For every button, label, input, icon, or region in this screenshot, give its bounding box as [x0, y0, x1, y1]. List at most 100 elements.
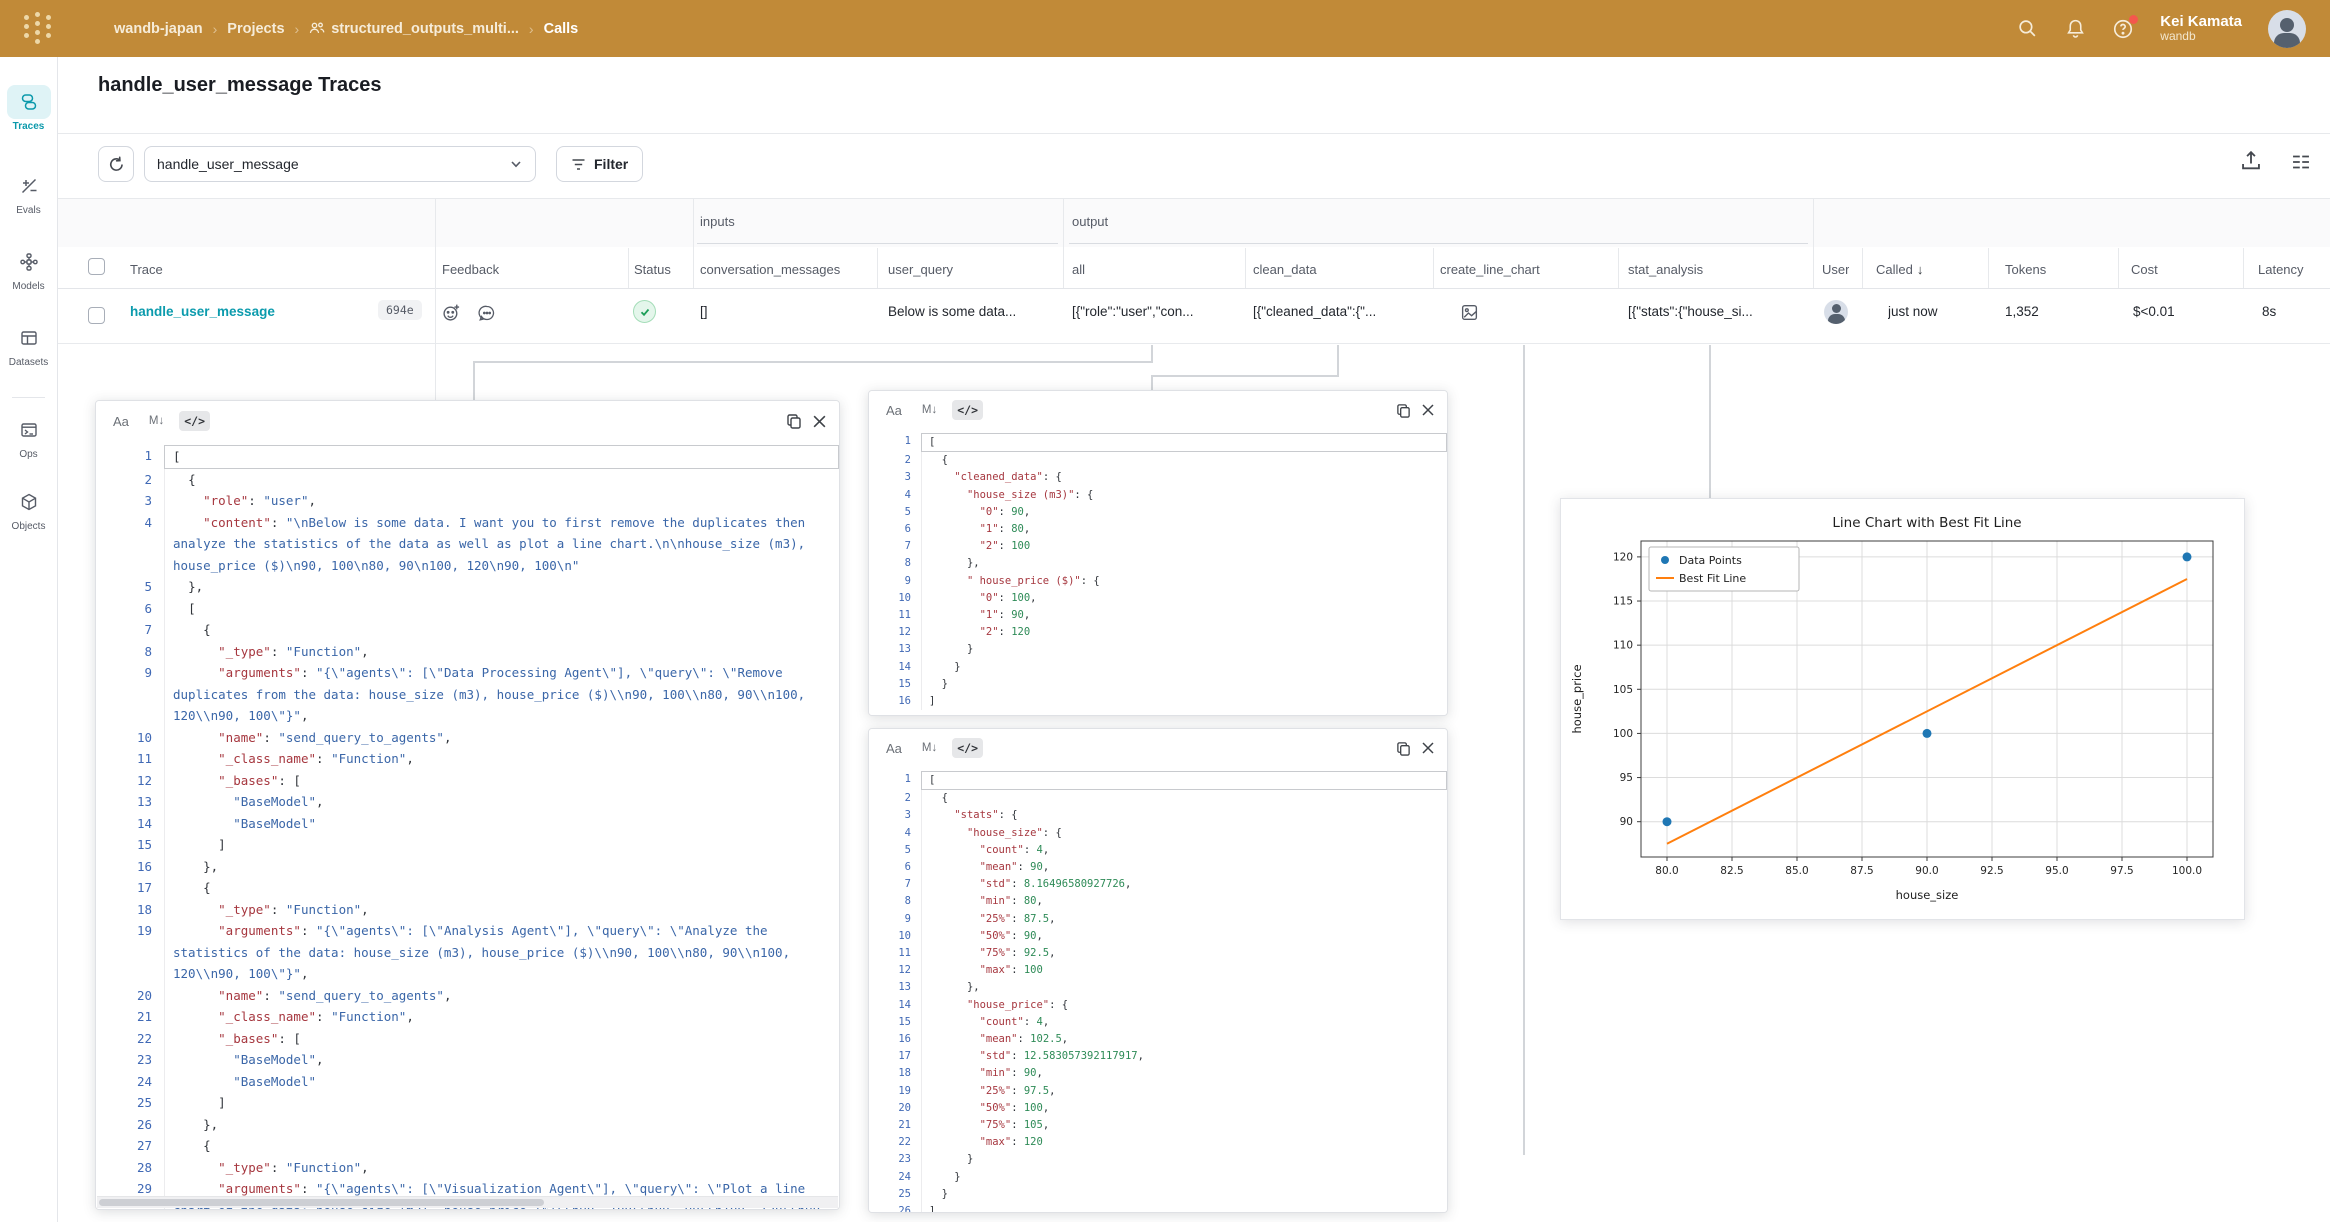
svg-text:house_size: house_size — [1896, 888, 1959, 902]
team-icon — [309, 21, 325, 35]
user-avatar[interactable] — [2268, 10, 2306, 48]
code-line: 12 "max": 100 — [869, 962, 1447, 979]
code-line: 13 } — [869, 641, 1447, 658]
code-line: 20 "50%": 100, — [869, 1100, 1447, 1117]
table-header-border — [57, 288, 2330, 289]
code-line: 8 "min": 80, — [869, 893, 1447, 910]
code-mode-button[interactable]: </> — [952, 400, 983, 420]
code-mode-button[interactable]: </> — [179, 411, 210, 431]
column-header-trace[interactable]: Trace — [130, 262, 163, 277]
comment-icon[interactable] — [478, 304, 496, 327]
breadcrumb-section[interactable]: Calls — [544, 21, 579, 37]
svg-text:Line Chart with Best Fit Line: Line Chart with Best Fit Line — [1832, 515, 2021, 531]
breadcrumb-projects[interactable]: Projects — [227, 21, 284, 37]
cell-conversation-messages[interactable]: [] — [700, 304, 870, 319]
close-icon[interactable] — [812, 414, 827, 429]
copy-icon[interactable] — [786, 413, 802, 429]
status-success-icon — [633, 300, 656, 323]
copy-icon[interactable] — [1396, 403, 1411, 418]
close-icon[interactable] — [1421, 403, 1435, 417]
horizontal-scrollbar[interactable] — [97, 1196, 838, 1208]
text-mode-button[interactable]: Aa — [881, 400, 907, 421]
column-header-latency[interactable]: Latency — [2258, 262, 2304, 277]
column-header-feedback[interactable]: Feedback — [442, 262, 499, 277]
chevron-down-icon — [509, 157, 523, 171]
column-header-user-query[interactable]: user_query — [888, 262, 953, 277]
sidebar-item-models[interactable]: Models — [0, 245, 57, 292]
sidebar-item-ops[interactable]: Ops — [0, 413, 57, 460]
column-header-all[interactable]: all — [1072, 262, 1085, 277]
select-all-checkbox[interactable] — [88, 258, 105, 275]
cell-clean-data[interactable]: [{"cleaned_data":{"... — [1253, 304, 1425, 319]
markdown-mode-button[interactable]: M↓ — [917, 401, 942, 419]
sidebar-item-objects[interactable]: Objects — [0, 485, 57, 532]
sidebar-label: Models — [0, 281, 57, 292]
group-header-inputs: inputs — [700, 214, 735, 229]
output-group-underline — [1069, 243, 1808, 244]
text-mode-button[interactable]: Aa — [108, 411, 134, 432]
cell-all[interactable]: [{"role":"user","con... — [1072, 304, 1240, 319]
help-icon[interactable] — [2112, 18, 2134, 40]
refresh-button[interactable] — [98, 146, 134, 182]
code-line: 19 "25%": 97.5, — [869, 1083, 1447, 1100]
column-divider — [1813, 198, 1814, 288]
add-reaction-icon[interactable] — [442, 303, 461, 327]
code-line: 1[ — [96, 445, 839, 469]
cell-user-query[interactable]: Below is some data... — [888, 304, 1058, 319]
column-header-create-line-chart[interactable]: create_line_chart — [1440, 262, 1540, 277]
line-chart-panel[interactable]: 80.082.585.087.590.092.595.097.5100.0909… — [1560, 498, 2245, 920]
op-selector-dropdown[interactable]: handle_user_message — [144, 146, 536, 182]
connector-line — [1709, 345, 1711, 498]
filter-button[interactable]: Filter — [556, 146, 643, 182]
sidebar-item-evals[interactable]: Evals — [0, 169, 57, 216]
inputs-group-underline — [697, 243, 1058, 244]
code-mode-button[interactable]: </> — [952, 738, 983, 758]
column-header-cost[interactable]: Cost — [2131, 262, 2158, 277]
user-name: Kei Kamata — [2160, 13, 2242, 30]
row-checkbox[interactable] — [88, 307, 105, 324]
code-editor: 1[2 {3 "stats": {4 "house_size": {5 "cou… — [869, 767, 1447, 1212]
cell-stat-analysis[interactable]: [{"stats":{"house_si... — [1628, 304, 1806, 319]
search-icon[interactable] — [2016, 18, 2038, 40]
left-sidebar: Traces Evals Models Datasets Ops — [0, 57, 58, 1222]
sidebar-label: Traces — [0, 121, 57, 132]
export-icon[interactable] — [2240, 150, 2262, 177]
column-header-called[interactable]: Called↓ — [1876, 262, 1923, 277]
trace-id-badge[interactable]: 694e — [378, 300, 422, 320]
column-header-stat-analysis[interactable]: stat_analysis — [1628, 262, 1703, 277]
column-header-status[interactable]: Status — [634, 262, 671, 277]
column-header-tokens[interactable]: Tokens — [2005, 262, 2046, 277]
breadcrumb-org[interactable]: wandb-japan — [114, 21, 203, 37]
cell-create-line-chart-image-icon[interactable] — [1460, 303, 1479, 327]
trace-name-link[interactable]: handle_user_message — [130, 304, 275, 319]
column-header-clean-data[interactable]: clean_data — [1253, 262, 1317, 277]
column-settings-icon[interactable] — [2290, 151, 2312, 178]
copy-icon[interactable] — [1396, 741, 1411, 756]
breadcrumb-project[interactable]: structured_outputs_multi... — [309, 21, 519, 37]
notifications-bell-icon[interactable] — [2064, 18, 2086, 40]
wandb-logo-icon[interactable] — [22, 12, 56, 46]
svg-text:105: 105 — [1613, 684, 1633, 696]
objects-icon — [7, 485, 51, 519]
code-line: 8 }, — [869, 555, 1447, 572]
markdown-mode-button[interactable]: M↓ — [144, 412, 169, 430]
text-mode-button[interactable]: Aa — [881, 738, 907, 759]
code-line: 2 { — [869, 452, 1447, 469]
sidebar-item-traces[interactable]: Traces — [0, 85, 57, 132]
row-user-avatar[interactable] — [1824, 300, 1848, 324]
svg-text:Data Points: Data Points — [1679, 554, 1742, 567]
markdown-mode-button[interactable]: M↓ — [917, 739, 942, 757]
column-divider — [1245, 248, 1246, 288]
close-icon[interactable] — [1421, 741, 1435, 755]
user-identity: Kei Kamata wandb — [2160, 13, 2242, 44]
code-line: 4 "house_size": { — [869, 825, 1447, 842]
code-line: 8 "_type": "Function", — [96, 641, 839, 663]
column-header-user[interactable]: User — [1822, 262, 1849, 277]
sidebar-item-datasets[interactable]: Datasets — [0, 321, 57, 368]
models-icon — [7, 245, 51, 279]
connector-line — [1337, 345, 1339, 377]
svg-text:120: 120 — [1613, 551, 1633, 563]
svg-text:100: 100 — [1613, 728, 1633, 740]
column-header-conversation-messages[interactable]: conversation_messages — [700, 262, 872, 277]
code-line: 9 "arguments": "{\"agents\": [\"Data Pro… — [96, 662, 839, 727]
